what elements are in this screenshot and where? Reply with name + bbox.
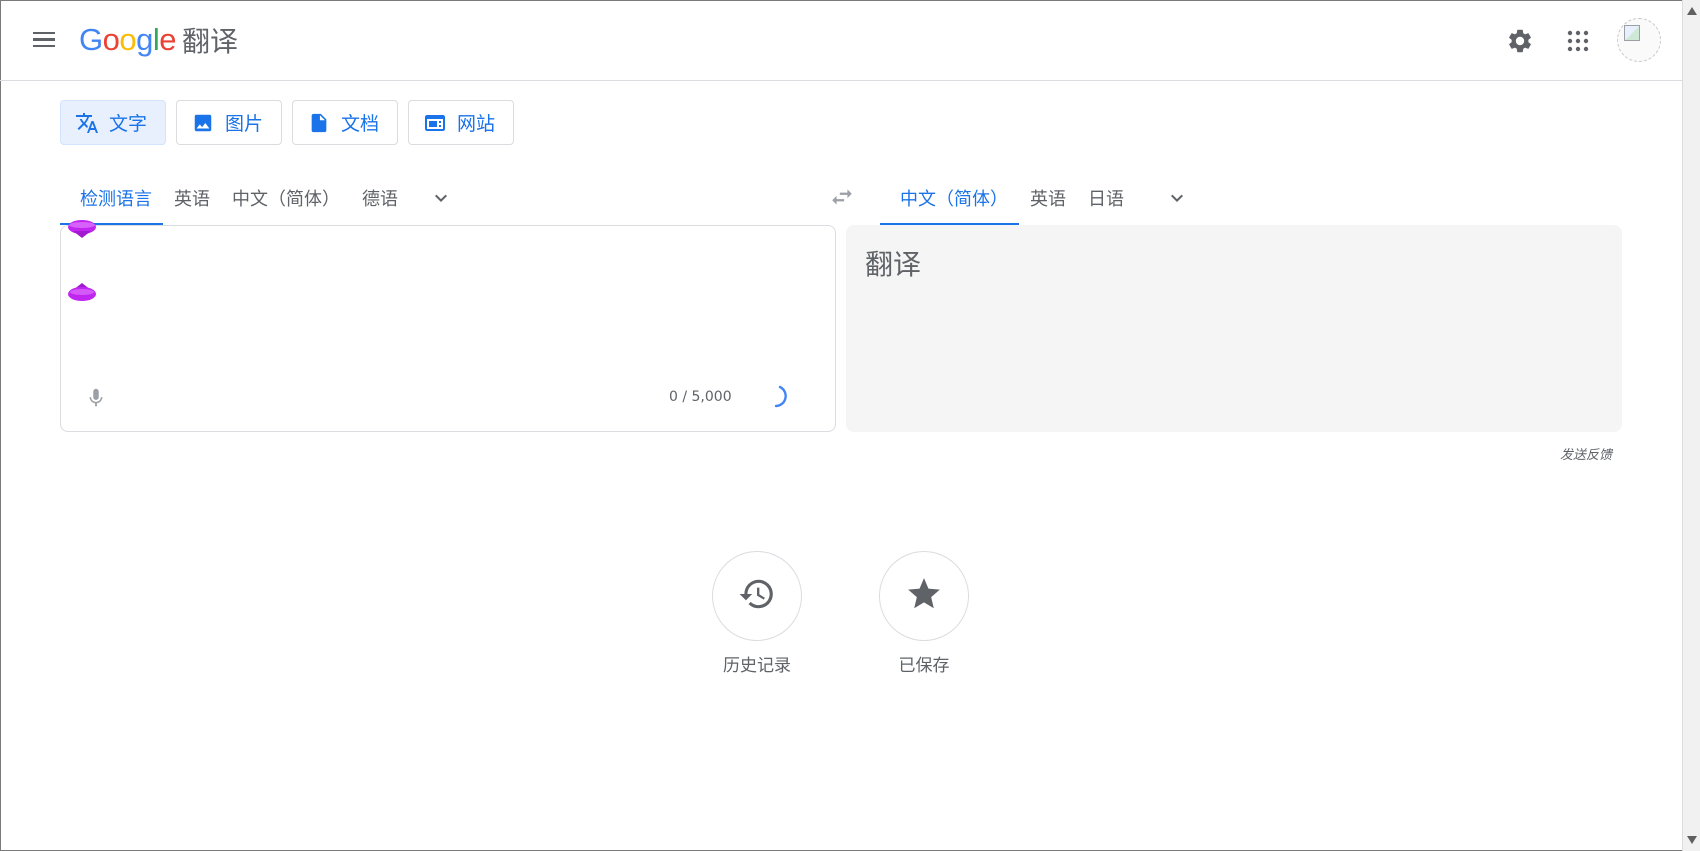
gear-icon[interactable] [1503,24,1537,58]
translation-output-panel: 翻译 [846,225,1622,432]
account-avatar[interactable] [1617,18,1661,62]
website-icon [423,111,447,135]
gem-marker-icon [68,283,96,301]
saved-circle[interactable] [879,551,969,641]
scroll-up-arrow-icon[interactable] [1687,7,1697,15]
top-app-bar: Google 翻译 [0,0,1682,81]
gem-marker-icon [68,220,96,238]
history-icon [738,575,776,617]
image-icon [191,111,215,135]
saved-button[interactable]: 已保存 [878,551,970,676]
target-lang-tab-english[interactable]: 英语 [1019,170,1077,225]
source-lang-tab-chinese-simplified[interactable]: 中文（简体） [221,170,351,225]
loading-spinner-icon [774,385,787,408]
source-text-panel: 0 / 5,000 [60,220,836,432]
source-more-languages-chevron-down-icon[interactable] [421,178,461,218]
send-feedback-link[interactable]: 发送反馈 [1560,444,1612,463]
star-icon [905,575,943,617]
document-icon [307,111,331,135]
source-lang-tab-english[interactable]: 英语 [163,170,221,225]
mode-website-button[interactable]: 网站 [408,100,515,145]
mode-image-label: 图片 [225,113,264,135]
history-circle[interactable] [712,551,802,641]
broken-image-icon [1624,25,1640,41]
target-language-bar: 中文（简体） 英语 日语 [880,170,1197,225]
mode-image-button[interactable]: 图片 [176,100,283,145]
target-more-languages-chevron-down-icon[interactable] [1157,178,1197,218]
translate-icon [75,111,99,135]
saved-label: 已保存 [898,656,950,676]
mode-website-label: 网站 [457,113,496,135]
apps-grid-icon[interactable] [1561,24,1595,58]
source-lang-tab-detect[interactable]: 检测语言 [60,170,163,225]
microphone-icon[interactable] [83,383,109,413]
translation-placeholder: 翻译 [865,248,922,281]
scroll-down-arrow-icon[interactable] [1687,836,1697,844]
target-lang-tab-chinese-simplified[interactable]: 中文（简体） [880,170,1019,225]
product-name: 翻译 [182,25,239,58]
swap-languages-icon[interactable] [825,180,859,214]
history-button[interactable]: 历史记录 [711,551,803,676]
mode-text-button[interactable]: 文字 [60,100,167,145]
history-label: 历史记录 [723,656,791,676]
hamburger-menu-icon[interactable] [32,29,56,53]
source-language-bar: 检测语言 英语 中文（简体） 德语 [60,170,461,225]
source-lang-tab-german[interactable]: 德语 [351,170,409,225]
mode-document-label: 文档 [341,113,380,135]
mode-selector: 文字 图片 文档 网站 [60,100,515,145]
google-translate-logo[interactable]: Google 翻译 [79,18,238,62]
mode-text-label: 文字 [109,113,148,135]
mode-document-button[interactable]: 文档 [292,100,399,145]
vertical-scrollbar[interactable] [1682,0,1700,851]
target-lang-tab-japanese[interactable]: 日语 [1077,170,1135,225]
source-text-input[interactable] [75,240,775,370]
google-wordmark: Google [79,22,177,57]
character-count: 0 / 5,000 [669,389,732,405]
